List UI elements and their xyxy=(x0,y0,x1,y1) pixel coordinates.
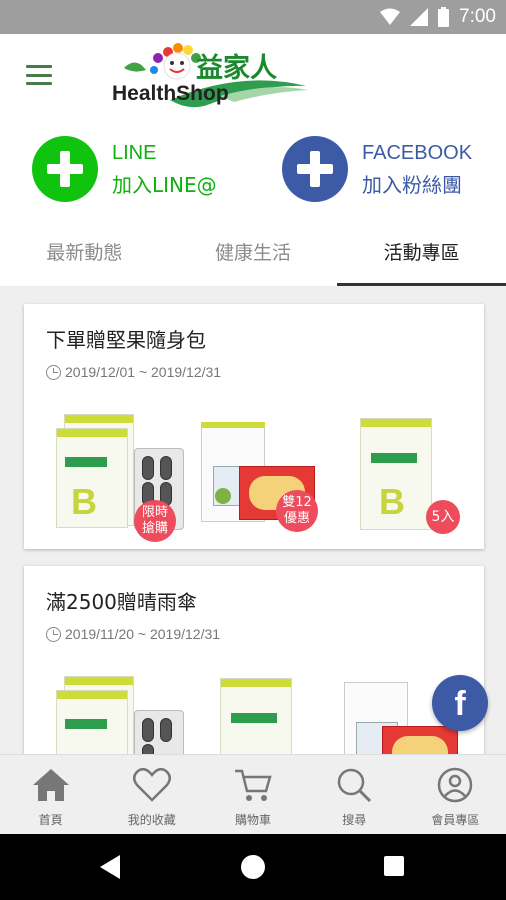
logo-english-text: HealthShop xyxy=(112,82,229,105)
double12-badge: 雙12 優惠 xyxy=(276,490,318,532)
search-icon xyxy=(337,768,372,803)
clock-icon xyxy=(46,626,61,642)
tab-latest-news[interactable]: 最新動態 xyxy=(0,220,169,286)
tab-healthy-living[interactable]: 健康生活 xyxy=(169,220,338,286)
promotion-date-text: 2019/11/20 ~ 2019/12/31 xyxy=(65,626,221,642)
social-section: LINE 加入LINE@ FACEBOOK 加入粉絲團 xyxy=(0,120,506,220)
status-bar: 7:00 xyxy=(0,0,506,34)
limited-offer-badge: 限時 搶購 xyxy=(134,500,176,542)
product-image xyxy=(54,670,194,754)
wifi-icon xyxy=(380,8,401,25)
home-circle-icon[interactable] xyxy=(241,855,265,879)
line-join-button[interactable]: LINE 加入LINE@ xyxy=(32,134,217,204)
system-navigation-bar xyxy=(0,834,506,900)
nav-member-label: 會員專區 xyxy=(431,813,480,827)
promotion-card[interactable]: 下單贈堅果隨身包 2019/12/01 ~ 2019/12/31 B B 限時 … xyxy=(24,304,484,549)
app-logo[interactable]: 益家人 HealthShop xyxy=(110,40,310,116)
promotion-date: 2019/11/20 ~ 2019/12/31 xyxy=(46,626,220,642)
facebook-title: FACEBOOK xyxy=(362,142,473,164)
recents-icon[interactable] xyxy=(384,856,404,876)
nav-favorites-label: 我的收藏 xyxy=(127,813,176,827)
cart-icon xyxy=(235,769,272,801)
nav-search-label: 搜尋 xyxy=(342,813,367,827)
clock-icon xyxy=(46,364,61,380)
status-time: 7:00 xyxy=(459,6,496,27)
nav-member[interactable]: 會員專區 xyxy=(405,755,506,834)
nav-search[interactable]: 搜尋 xyxy=(304,755,405,834)
nav-home-label: 首頁 xyxy=(38,813,63,827)
facebook-plus-icon xyxy=(282,136,348,202)
line-subtitle: 加入LINE@ xyxy=(112,173,217,197)
promotion-date-text: 2019/12/01 ~ 2019/12/31 xyxy=(65,364,222,380)
promotion-title: 滿2500贈晴雨傘 xyxy=(46,590,197,614)
line-title: LINE xyxy=(112,142,157,164)
user-icon xyxy=(438,767,473,803)
logo-chinese-text: 益家人 xyxy=(196,53,277,83)
facebook-join-button[interactable]: FACEBOOK 加入粉絲團 xyxy=(282,134,472,204)
facebook-subtitle: 加入粉絲團 xyxy=(362,173,462,197)
back-icon[interactable] xyxy=(100,855,122,879)
bottom-navigation: 首頁 我的收藏 購物車 搜尋 會員專區 xyxy=(0,754,506,834)
product-image xyxy=(214,676,314,754)
battery-icon xyxy=(438,7,450,27)
tab-bar: 最新動態 健康生活 活動專區 xyxy=(0,220,506,286)
tab-promotions[interactable]: 活動專區 xyxy=(337,220,506,286)
line-plus-icon xyxy=(32,136,98,202)
promotion-card[interactable]: 滿2500贈晴雨傘 2019/11/20 ~ 2019/12/31 xyxy=(24,566,484,754)
nav-cart-label: 購物車 xyxy=(235,813,272,827)
home-icon xyxy=(32,769,69,801)
signal-icon xyxy=(410,8,429,26)
promotion-title: 下單贈堅果隨身包 xyxy=(46,328,206,352)
facebook-float-button[interactable]: f xyxy=(432,675,488,731)
nav-home[interactable]: 首頁 xyxy=(0,755,101,834)
heart-icon xyxy=(132,767,171,802)
status-icons: 7:00 xyxy=(380,6,496,28)
nav-cart[interactable]: 購物車 xyxy=(202,755,303,834)
nav-favorites[interactable]: 我的收藏 xyxy=(101,755,202,834)
promotion-list: 下單贈堅果隨身包 2019/12/01 ~ 2019/12/31 B B 限時 … xyxy=(0,286,506,754)
promotion-date: 2019/12/01 ~ 2019/12/31 xyxy=(46,364,221,380)
five-pack-badge: 5入 xyxy=(426,500,460,534)
hamburger-menu-icon[interactable] xyxy=(26,62,52,88)
app-header: 益家人 HealthShop xyxy=(0,34,506,120)
facebook-icon: f xyxy=(454,685,466,723)
